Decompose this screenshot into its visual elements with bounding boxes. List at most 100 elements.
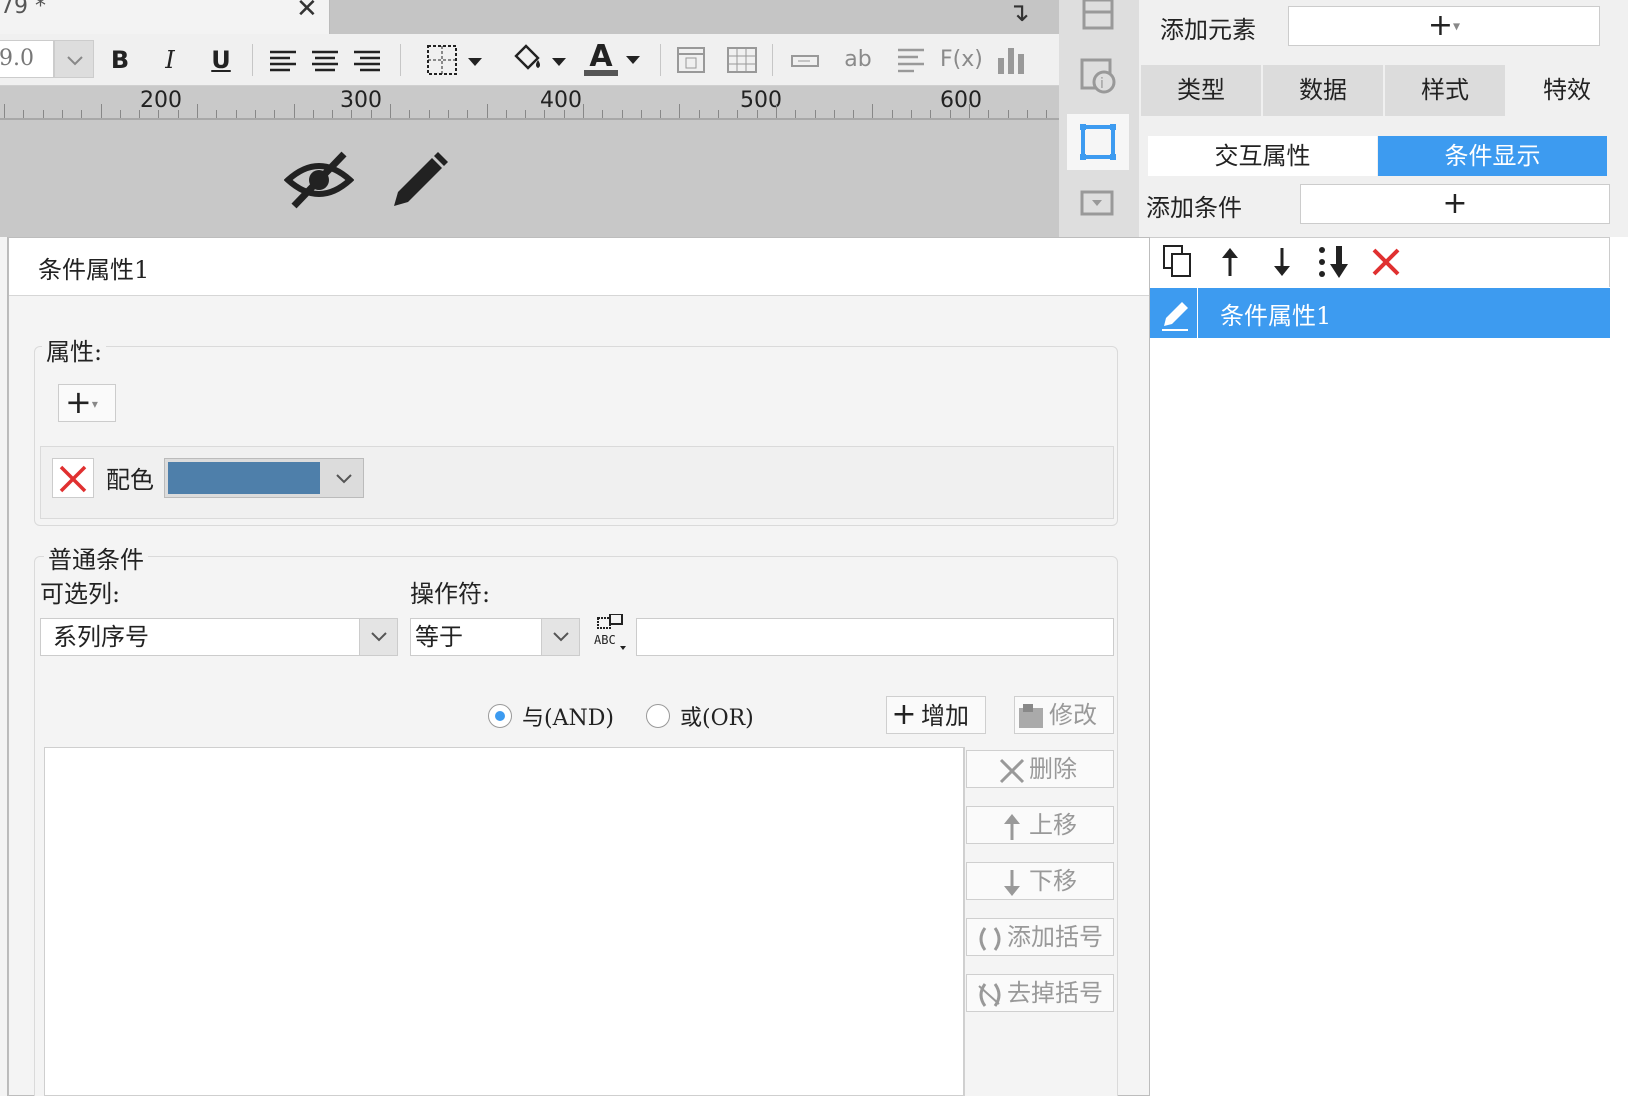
ruler-tick bbox=[1027, 110, 1028, 118]
arrow-up-icon[interactable] bbox=[1212, 244, 1248, 280]
move-up-button[interactable]: 上移 bbox=[966, 806, 1114, 844]
dialog-title: 条件属性1 bbox=[38, 256, 150, 284]
svg-text:i: i bbox=[1100, 76, 1104, 92]
ruler-tick bbox=[892, 110, 893, 118]
plus-icon: + bbox=[891, 697, 917, 732]
delete-button[interactable]: 删除 bbox=[966, 750, 1114, 788]
column-select[interactable]: 系列序号 bbox=[40, 618, 398, 656]
add-attribute-button[interactable]: +▾ bbox=[58, 384, 116, 422]
add-element-label: 添加元素 bbox=[1160, 16, 1256, 44]
remove-bracket-button[interactable]: 去掉括号 bbox=[966, 974, 1114, 1012]
column-select-dropdown[interactable] bbox=[359, 619, 397, 655]
condition-list-item[interactable] bbox=[1150, 288, 1610, 338]
table-icon[interactable] bbox=[726, 44, 758, 76]
copy-icon[interactable] bbox=[1160, 244, 1196, 280]
ruler-tick bbox=[448, 110, 449, 118]
ruler-tick bbox=[255, 110, 256, 118]
arrow-up-icon bbox=[1004, 813, 1020, 840]
subtab-conditional-display[interactable]: 条件显示 bbox=[1378, 136, 1607, 176]
underline-button[interactable]: U bbox=[206, 42, 236, 78]
modify-button[interactable]: 修改 bbox=[1014, 696, 1114, 734]
ruler-tick bbox=[274, 110, 275, 118]
color-swatch bbox=[168, 462, 320, 494]
align-left-icon bbox=[270, 50, 296, 72]
font-color-bar bbox=[584, 70, 618, 76]
condition-group-label: 普通条件 bbox=[44, 540, 148, 575]
add-condition-item-label: 增加 bbox=[921, 702, 969, 730]
cell-icon[interactable] bbox=[676, 44, 706, 76]
left-edge bbox=[0, 237, 8, 1096]
edit-icon bbox=[1162, 302, 1188, 331]
ruler-tick bbox=[197, 104, 198, 118]
ruler-tick bbox=[641, 110, 642, 118]
remove-attribute-button[interactable] bbox=[52, 458, 94, 498]
subtab-interaction[interactable]: 交互属性 bbox=[1148, 136, 1377, 176]
value-type-icon[interactable]: ABC bbox=[592, 614, 628, 654]
font-size-input[interactable]: 9.0 bbox=[0, 40, 54, 78]
or-radio-label: 或(OR) bbox=[680, 706, 754, 731]
font-size-dropdown[interactable] bbox=[54, 40, 94, 78]
cell-info-icon[interactable]: i bbox=[1080, 58, 1116, 94]
paragraph-icon[interactable] bbox=[896, 44, 926, 76]
and-radio[interactable] bbox=[488, 704, 512, 728]
dropdown-widget-icon[interactable] bbox=[1080, 190, 1116, 226]
tab-effects[interactable]: 特效 bbox=[1507, 65, 1627, 116]
condition-value-input[interactable] bbox=[636, 618, 1114, 656]
fill-color-icon[interactable] bbox=[510, 42, 572, 78]
bold-button[interactable]: B bbox=[106, 42, 134, 78]
italic-button[interactable]: I bbox=[156, 42, 184, 78]
ruler-tick bbox=[506, 110, 507, 118]
ruler-tick bbox=[429, 110, 430, 118]
operator-select-dropdown[interactable] bbox=[541, 619, 579, 655]
ruler-tick bbox=[544, 110, 545, 118]
ruler-label: 400 bbox=[540, 88, 582, 113]
formula-icon[interactable]: F(x) bbox=[940, 42, 983, 78]
svg-text:ABC: ABC bbox=[594, 633, 616, 647]
column-select-value: 系列序号 bbox=[53, 623, 149, 651]
modify-label: 修改 bbox=[1049, 701, 1097, 729]
text-icon[interactable]: ab bbox=[840, 42, 876, 78]
ruler-tick bbox=[4, 104, 5, 118]
or-radio[interactable] bbox=[646, 704, 670, 728]
tab-type[interactable]: 类型 bbox=[1141, 65, 1261, 116]
add-bracket-button[interactable]: 添加括号 bbox=[966, 918, 1114, 956]
tab-menu-icon[interactable]: ↴ bbox=[1008, 0, 1030, 28]
add-bracket-label: 添加括号 bbox=[1007, 923, 1103, 951]
chart-icon[interactable] bbox=[996, 44, 1026, 76]
ruler-tick bbox=[81, 110, 82, 118]
chevron-down-icon[interactable] bbox=[624, 52, 644, 68]
ruler-tick bbox=[43, 110, 44, 118]
ruler-tick bbox=[776, 104, 777, 118]
text-field-icon[interactable] bbox=[790, 48, 820, 72]
tab-style[interactable]: 样式 bbox=[1385, 65, 1505, 116]
add-condition-item-button[interactable]: + 增加 bbox=[886, 696, 986, 734]
arrow-down-icon[interactable] bbox=[1264, 244, 1300, 280]
add-condition-button[interactable]: + bbox=[1300, 184, 1610, 224]
pencil-icon[interactable] bbox=[386, 148, 450, 212]
close-tab-icon[interactable]: ✕ bbox=[296, 0, 318, 24]
eye-hidden-icon[interactable] bbox=[284, 148, 354, 212]
ruler-label: 300 bbox=[340, 88, 382, 113]
widget-frame-icon[interactable] bbox=[1080, 124, 1116, 160]
tab-data[interactable]: 数据 bbox=[1263, 65, 1383, 116]
ruler-tick bbox=[969, 104, 970, 118]
delete-icon[interactable] bbox=[1368, 244, 1404, 280]
remove-bracket-label: 去掉括号 bbox=[1007, 979, 1103, 1007]
ruler-tick bbox=[583, 104, 584, 118]
add-element-button[interactable]: +▾ bbox=[1288, 6, 1600, 46]
condition-list[interactable] bbox=[44, 747, 964, 1096]
move-to-bottom-icon[interactable] bbox=[1316, 244, 1352, 280]
color-picker-dropdown[interactable] bbox=[324, 458, 364, 498]
border-icon[interactable] bbox=[426, 44, 488, 78]
ruler-label: 200 bbox=[140, 88, 182, 113]
ruler-tick bbox=[332, 110, 333, 118]
layout-icon[interactable] bbox=[1080, 0, 1116, 36]
ruler-tick bbox=[911, 110, 912, 118]
design-canvas[interactable] bbox=[0, 121, 1059, 237]
document-tab[interactable] bbox=[0, 0, 330, 34]
move-down-button[interactable]: 下移 bbox=[966, 862, 1114, 900]
toolbar-divider bbox=[660, 44, 661, 76]
ruler-tick bbox=[853, 110, 854, 118]
dialog-header bbox=[9, 238, 1149, 296]
chevron-down-icon bbox=[67, 56, 83, 66]
